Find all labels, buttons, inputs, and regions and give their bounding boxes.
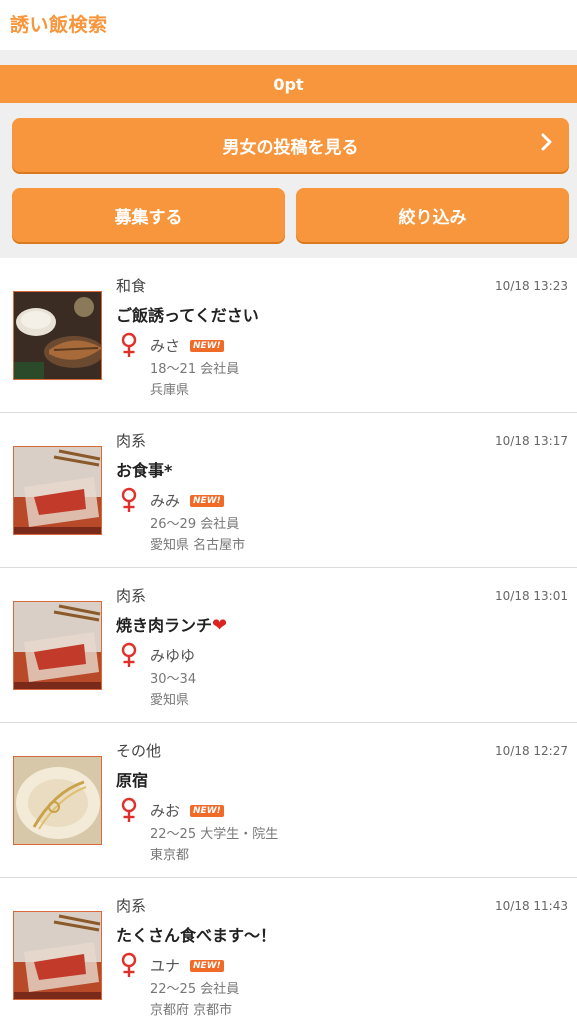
- post-title: たくさん食べます〜！: [116, 926, 277, 945]
- poster-name: みみ NEW!: [150, 490, 224, 511]
- post-category: 肉系: [116, 587, 147, 605]
- chevron-right-icon: [541, 132, 553, 157]
- post-thumbnail: [13, 446, 102, 535]
- post-category: 和食: [116, 277, 147, 295]
- recruit-button[interactable]: 募集する: [12, 188, 285, 242]
- new-badge: NEW!: [190, 804, 224, 817]
- post-time: 10/18 12:27: [495, 744, 568, 758]
- post-time: 10/18 11:43: [495, 899, 568, 913]
- post-time: 10/18 13:01: [495, 589, 568, 603]
- post-time: 10/18 13:23: [495, 279, 568, 293]
- female-symbol-icon: [119, 642, 139, 668]
- post-list[interactable]: 和食 10/18 13:23 ご飯誘ってください みさ NEW! 18〜21 会社…: [0, 258, 577, 1024]
- poster-detail: 26〜29 会社員: [150, 517, 240, 532]
- page-title: 誘い飯検索: [10, 14, 108, 36]
- female-symbol-icon: [119, 332, 139, 358]
- post-thumbnail: [13, 911, 102, 1000]
- poster-area: 東京都: [150, 848, 190, 863]
- view-posts-label: 男女の投稿を見る: [222, 137, 359, 158]
- poster-detail: 30〜34: [150, 672, 197, 687]
- poster-area: 愛知県: [150, 693, 190, 708]
- post-category: 肉系: [116, 432, 147, 450]
- poster-detail: 22〜25 会社員: [150, 982, 240, 997]
- list-item[interactable]: 肉系 10/18 11:43 たくさん食べます〜！ ユナ NEW! 22〜25 会…: [0, 878, 577, 1024]
- filter-label: 絞り込み: [398, 207, 467, 228]
- poster-name: みお NEW!: [150, 800, 224, 821]
- filter-button[interactable]: 絞り込み: [296, 188, 569, 242]
- poster-area: 愛知県 名古屋市: [150, 538, 246, 553]
- poster-name: みゆゆ: [150, 647, 196, 665]
- poster-detail: 22〜25 大学生・院生: [150, 827, 279, 842]
- poster-detail: 18〜21 会社員: [150, 362, 240, 377]
- female-symbol-icon: [119, 487, 139, 513]
- heart-icon: ❤: [212, 615, 228, 636]
- recruit-label: 募集する: [114, 207, 183, 228]
- points-value: 0pt: [273, 74, 304, 94]
- new-badge: NEW!: [190, 339, 224, 352]
- post-category: 肉系: [116, 897, 147, 915]
- app-header: 誘い飯検索: [0, 0, 577, 50]
- post-category: その他: [116, 742, 162, 760]
- post-thumbnail: [13, 601, 102, 690]
- post-title: 原宿: [116, 771, 149, 790]
- new-badge: NEW!: [190, 959, 224, 972]
- new-badge: NEW!: [190, 494, 224, 507]
- list-item[interactable]: 和食 10/18 13:23 ご飯誘ってください みさ NEW! 18〜21 会社…: [0, 258, 577, 413]
- list-item[interactable]: 肉系 10/18 13:01 焼き肉ランチ❤ みゆゆ 30〜34 愛知県: [0, 568, 577, 723]
- points-bar: 0pt: [0, 65, 577, 103]
- list-item[interactable]: 肉系 10/18 13:17 お食事* みみ NEW! 26〜29 会社員 愛知県…: [0, 413, 577, 568]
- view-posts-button[interactable]: 男女の投稿を見る: [12, 118, 569, 172]
- poster-name: ユナ NEW!: [150, 955, 224, 976]
- post-title: 焼き肉ランチ❤: [116, 615, 228, 636]
- list-item[interactable]: その他 10/18 12:27 原宿 みお NEW! 22〜25 大学生・院生 東…: [0, 723, 577, 878]
- post-title: お食事*: [116, 461, 173, 480]
- poster-name: みさ NEW!: [150, 335, 224, 356]
- post-thumbnail: [13, 756, 102, 845]
- poster-area: 京都府 京都市: [150, 1003, 233, 1018]
- poster-area: 兵庫県: [150, 383, 190, 398]
- post-time: 10/18 13:17: [495, 434, 568, 448]
- post-title: ご飯誘ってください: [116, 306, 259, 325]
- female-symbol-icon: [119, 797, 139, 823]
- female-symbol-icon: [119, 952, 139, 978]
- post-thumbnail: [13, 291, 102, 380]
